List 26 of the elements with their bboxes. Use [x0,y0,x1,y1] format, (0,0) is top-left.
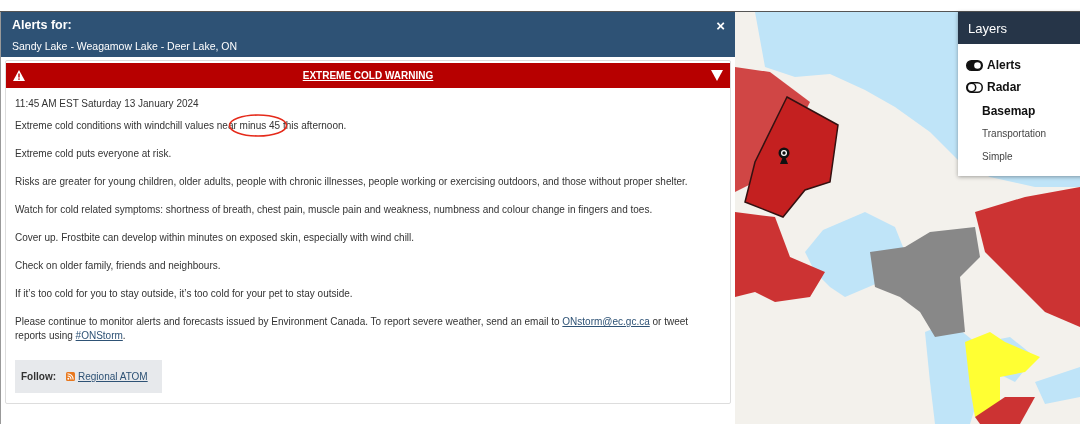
alert-paragraph: Risks are greater for young children, older adults, people with chronic illnesses, people working or exercising outdoors, and those without proper shelter. [15,175,689,189]
alert-paragraph: Cover up. Frostbite can develop within minutes on exposed skin, especially with wind chill. [15,231,416,245]
regional-atom-link[interactable]: Regional ATOM [78,371,148,382]
warning-title-link[interactable]: EXTREME COLD WARNING [25,70,711,81]
issued-time: 11:45 AM EST Saturday 13 January 2024 [15,97,200,111]
layer-toggle[interactable]: Radar [966,76,1080,98]
basemap-option[interactable]: Simple [966,145,1080,168]
location-name: Sandy Lake - Weagamow Lake - Deer Lake, ON [12,39,238,52]
alert-paragraph: Extreme cold puts everyone at risk. [15,147,173,161]
layers-title: Layers [968,20,1008,36]
layer-toggle[interactable]: Alerts [966,54,1080,76]
warning-icon [13,70,25,81]
text-link[interactable]: #ONStorm [75,330,123,341]
alert-paragraph: If it’s too cold for you to stay outside, it’s too cold for your pet to stay outside. [15,287,354,301]
map-pin-icon[interactable] [778,147,790,164]
alert-paragraph: Watch for cold related symptoms: shortness of breath, chest pain, muscle pain and weakness, numbness and colour change in fingers and toes. [15,203,654,217]
alert-paragraph: Please continue to monitor alerts and forecasts issued by Environment Canada. To report severe weather, send an email to ONstorm@ec.gc.ca or tweet reports using #ONStorm. [15,315,690,343]
basemap-option[interactable]: Transportation [966,122,1080,145]
text-link[interactable]: ONstorm@ec.gc.ca [562,316,650,327]
alerts-title: Alerts for: [12,17,72,32]
close-button[interactable]: × [714,17,727,34]
basemap-heading: Basemap [981,103,1037,120]
caret-icon[interactable] [711,70,723,81]
alert-paragraph: Check on older family, friends and neighbours. [15,259,222,273]
rss-icon [66,372,75,381]
follow-label: Follow: [21,371,56,382]
